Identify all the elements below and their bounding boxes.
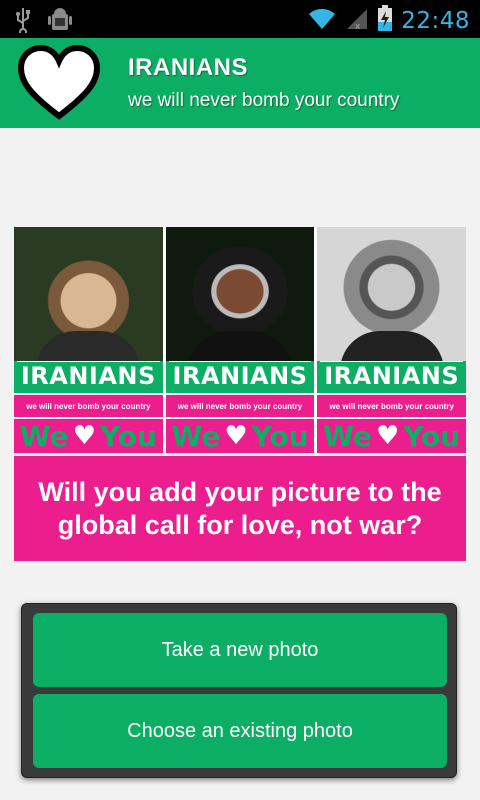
heart-icon: ♥	[72, 421, 96, 451]
poster-love-left: We	[323, 419, 373, 453]
app-header: IRANIANS we will never bomb your country	[0, 38, 480, 128]
clock: 22:48	[401, 7, 470, 34]
heart-icon	[17, 44, 101, 122]
poster-card: IRANIANS we will never bomb your country…	[317, 227, 467, 453]
portrait-photo	[165, 227, 315, 361]
app-subtitle: we will never bomb your country	[128, 90, 400, 111]
status-bar: x 22:48	[0, 0, 480, 38]
poster-card: IRANIANS we will never bomb your country…	[14, 227, 163, 453]
poster-love-row: We ♥ You	[317, 419, 467, 453]
poster-tagline: we will never bomb your country	[14, 395, 163, 417]
poster-love-left: We	[19, 419, 69, 453]
poster-examples: IRANIANS we will never bomb your country…	[14, 227, 467, 453]
photo-source-dialog: Take a new photo Choose an existing phot…	[21, 603, 457, 778]
poster-love-right: You	[403, 419, 461, 453]
app-title: IRANIANS	[128, 54, 249, 81]
call-to-action-text: Will you add your picture to the global …	[14, 456, 466, 561]
svg-text:x: x	[355, 22, 361, 31]
take-photo-button[interactable]: Take a new photo	[33, 613, 447, 687]
poster-card: IRANIANS we will never bomb your country…	[165, 227, 315, 453]
choose-photo-button[interactable]: Choose an existing photo	[33, 694, 447, 768]
poster-love-left: We	[171, 419, 221, 453]
battery-charging-icon	[377, 4, 393, 37]
poster-tagline: we will never bomb your country	[165, 395, 315, 417]
portrait-photo	[317, 227, 467, 361]
poster-love-row: We ♥ You	[165, 419, 315, 453]
poster-word: IRANIANS	[17, 361, 160, 390]
heart-icon: ♥	[224, 421, 248, 451]
poster-love-row: We ♥ You	[14, 419, 163, 453]
poster-love-right: You	[100, 419, 157, 453]
signal-icon: x	[345, 5, 369, 36]
android-debug-icon	[48, 6, 72, 39]
poster-word: IRANIANS	[320, 361, 464, 390]
poster-love-right: You	[251, 419, 309, 453]
poster-tagline: we will never bomb your country	[317, 395, 467, 417]
portrait-photo	[14, 227, 163, 361]
usb-icon	[14, 7, 32, 38]
poster-word: IRANIANS	[168, 361, 312, 390]
wifi-icon	[307, 5, 337, 36]
heart-icon: ♥	[376, 421, 400, 451]
